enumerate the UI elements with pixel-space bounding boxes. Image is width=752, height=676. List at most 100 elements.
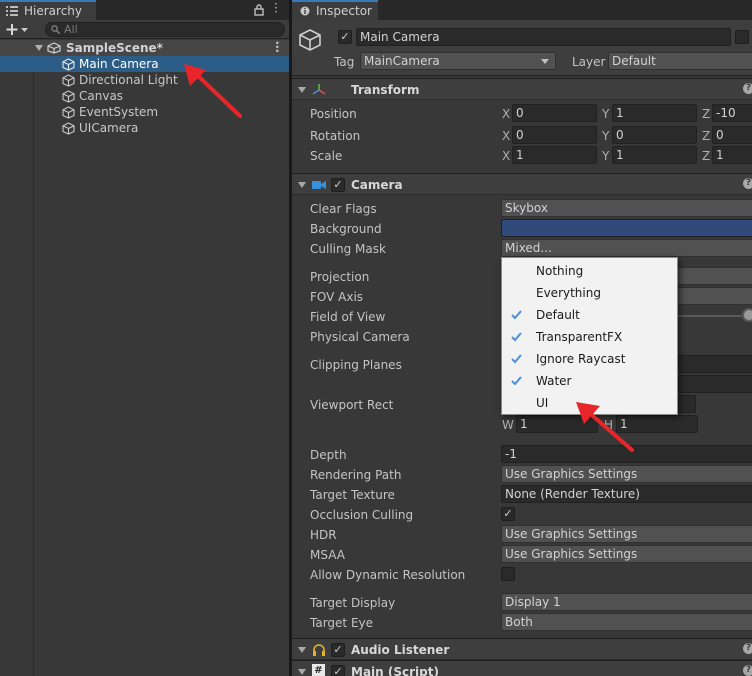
background-color-swatch[interactable] [501, 219, 752, 237]
transform-title: Transform [351, 83, 420, 97]
audio-listener-title: Audio Listener [351, 643, 450, 657]
scale-x-field[interactable]: 1 [512, 146, 597, 164]
gameobject-cube-icon [62, 122, 75, 135]
foldout-icon[interactable] [298, 182, 306, 188]
tab-inspector[interactable]: Inspector [292, 0, 378, 20]
scale-y-field[interactable]: 1 [612, 146, 697, 164]
culling-option-water[interactable]: Water [502, 370, 677, 392]
help-icon[interactable]: ? [743, 643, 752, 654]
help-icon[interactable]: ? [743, 178, 752, 189]
rotation-z-field[interactable]: 0 [712, 126, 752, 144]
gameobject-cube-icon [62, 58, 75, 71]
occlusion-culling-checkbox[interactable]: ✓ [501, 507, 515, 521]
clipping-far-field[interactable] [676, 375, 752, 393]
audio-listener-component-header[interactable]: ✓ Audio Listener ? [292, 638, 752, 660]
annotation-arrow-ui-option [576, 402, 634, 452]
msaa-dropdown[interactable]: Use Graphics Settings [501, 545, 752, 563]
object-active-checkbox[interactable]: ✓ [338, 30, 352, 44]
hierarchy-item-label: EventSystem [79, 105, 159, 119]
panel-menu-icon[interactable]: · · · [274, 0, 280, 18]
gameobject-cube-icon [62, 90, 75, 103]
target-eye-dropdown[interactable]: Both [501, 613, 752, 631]
camera-component-header[interactable]: ✓ Camera ? [292, 173, 752, 195]
rendering-path-dropdown[interactable]: Use Graphics Settings [501, 465, 752, 483]
viewport-rect-label: Viewport Rect [310, 398, 394, 412]
culling-mask-label: Culling Mask [310, 242, 386, 256]
chevron-down-icon [541, 59, 549, 64]
culling-option-default[interactable]: Default [502, 304, 677, 326]
scene-foldout-icon[interactable] [35, 45, 43, 51]
axis-y-label: Y [602, 149, 610, 163]
culling-option-nothing[interactable]: Nothing [502, 260, 677, 282]
foldout-icon[interactable] [298, 647, 306, 653]
object-name-field[interactable]: Main Camera [356, 28, 731, 46]
field-of-view-label: Field of View [310, 310, 386, 324]
camera-icon [312, 181, 326, 189]
audio-listener-enabled-checkbox[interactable]: ✓ [331, 643, 345, 657]
rotation-y-field[interactable]: 0 [612, 126, 697, 144]
culling-option-ignore-raycast[interactable]: Ignore Raycast [502, 348, 677, 370]
transform-component-header[interactable]: Transform ? [292, 78, 752, 100]
projection-label: Projection [310, 270, 370, 284]
main-script-title: Main (Script) [351, 665, 439, 676]
axis-z-label: Z [702, 129, 711, 143]
clipping-planes-label: Clipping Planes [310, 358, 402, 372]
culling-option-transparentfx[interactable]: TransparentFX [502, 326, 677, 348]
axis-x-label: X [502, 107, 511, 121]
axis-z-label: Z [702, 149, 711, 163]
static-checkbox[interactable] [735, 30, 749, 44]
hierarchy-item-label: Canvas [79, 89, 124, 103]
culling-mask-dropdown[interactable]: Mixed... [501, 239, 752, 257]
inspector-tabbar: Inspector [292, 0, 752, 20]
target-display-dropdown[interactable]: Display 1 [501, 593, 752, 611]
hierarchy-search-input[interactable]: All [45, 22, 285, 37]
position-x-field[interactable]: 0 [512, 104, 597, 122]
list-icon [6, 6, 18, 16]
culling-option-label: Default [536, 308, 580, 322]
scene-menu-icon[interactable]: · · · [275, 37, 280, 57]
main-script-enabled-checkbox[interactable]: ✓ [331, 665, 345, 676]
tab-hierarchy[interactable]: Hierarchy [0, 0, 96, 20]
viewport-y-field[interactable] [676, 395, 696, 413]
layer-dropdown[interactable]: Default [608, 52, 752, 70]
lock-icon[interactable] [254, 4, 264, 16]
checkmark-icon [511, 332, 522, 342]
rotation-x-field[interactable]: 0 [512, 126, 597, 144]
position-y-field[interactable]: 1 [612, 104, 697, 122]
help-icon[interactable]: ? [743, 665, 752, 676]
allow-dynamic-resolution-checkbox[interactable] [501, 567, 515, 581]
tag-value: MainCamera [364, 54, 440, 68]
fov-slider-track[interactable] [672, 315, 742, 317]
allow-dynamic-resolution-label: Allow Dynamic Resolution [310, 568, 466, 582]
unity-scene-icon [47, 42, 61, 54]
hierarchy-item-uicamera[interactable]: UICamera [0, 120, 289, 136]
culling-option-label: TransparentFX [536, 330, 623, 344]
culling-option-label: Water [536, 374, 572, 388]
axis-x-label: X [502, 149, 511, 163]
position-label: Position [310, 107, 357, 121]
fov-slider-handle[interactable] [742, 308, 752, 322]
clipping-near-field[interactable] [676, 355, 752, 373]
foldout-icon[interactable] [298, 87, 306, 93]
camera-enabled-checkbox[interactable]: ✓ [331, 178, 345, 192]
clear-flags-dropdown[interactable]: Skybox [501, 199, 752, 217]
add-plus-dropdown-icon[interactable] [6, 23, 30, 36]
depth-label: Depth [310, 448, 347, 462]
scale-z-field[interactable]: 1 [712, 146, 752, 164]
help-icon[interactable]: ? [743, 83, 752, 94]
tag-dropdown[interactable]: MainCamera [360, 52, 556, 70]
culling-option-label: Everything [536, 286, 601, 300]
culling-option-everything[interactable]: Everything [502, 282, 677, 304]
fov-axis-label: FOV Axis [310, 290, 364, 304]
target-eye-label: Target Eye [310, 616, 374, 630]
hierarchy-item-label: UICamera [79, 121, 139, 135]
scene-row[interactable]: SampleScene* · · · [0, 37, 289, 57]
hdr-dropdown[interactable]: Use Graphics Settings [501, 525, 752, 543]
main-script-component-header[interactable]: # ✓ Main (Script) ? [292, 660, 752, 676]
position-z-field[interactable]: -10 [712, 104, 752, 122]
transform-axes-icon [312, 84, 326, 95]
annotation-arrow-main-camera [184, 64, 242, 118]
foldout-icon[interactable] [298, 669, 306, 675]
csharp-script-icon: # [312, 664, 325, 676]
target-texture-field[interactable]: None (Render Texture) [501, 485, 752, 503]
